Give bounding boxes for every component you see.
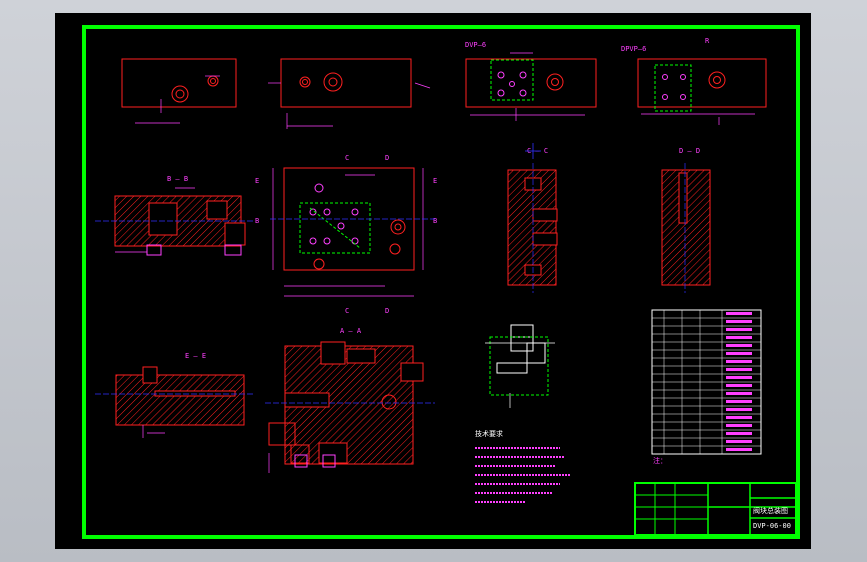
title-block: 阀块总装图 DVP-06-00 (634, 482, 797, 536)
table-cell-text (726, 320, 752, 323)
table-caption: 注： (653, 456, 667, 465)
table-cell-text (726, 440, 752, 443)
top-view-1 (121, 58, 237, 124)
valve-label-right: DPVP—6 (621, 45, 646, 53)
mark-r: R (705, 37, 710, 45)
table-cell-text (726, 312, 752, 315)
table-cell-text (726, 360, 752, 363)
view-title-bb: B — B (167, 175, 188, 183)
table-cell-text (726, 400, 752, 403)
section-mark-c-top: C (345, 154, 349, 162)
table-cell-text (726, 432, 752, 435)
top-view-2 (268, 58, 431, 129)
view-title-aa: A — A (340, 327, 362, 335)
table-cell-text (726, 344, 752, 347)
section-dd: D — D (661, 147, 711, 293)
table-cell-text (726, 408, 752, 411)
table-cell-text (726, 424, 752, 427)
parts-table: 注： (651, 309, 762, 465)
title-block-title: 阀块总装图 (753, 506, 788, 515)
section-ee: E — E (95, 352, 255, 438)
section-mark-d-top: D (385, 154, 389, 162)
section-mark-e-right: E (433, 177, 437, 185)
section-bb: B — B (95, 175, 255, 256)
top-view-3: DVP—6 (465, 41, 597, 121)
top-view-4: DPVP—6 R (621, 37, 767, 125)
section-aa: A — A (265, 327, 435, 473)
table-cell-text (726, 384, 752, 387)
section-mark-c-bottom: C (345, 307, 349, 315)
table-cell-text (726, 368, 752, 371)
valve-label-left: DVP—6 (465, 41, 486, 49)
table-cell-text (726, 392, 752, 395)
table-cell-text (726, 376, 752, 379)
section-mark-e-left: E (255, 177, 259, 185)
section-cc: C — C (507, 147, 558, 293)
table-cell-text (726, 448, 752, 451)
table-cell-text (726, 328, 752, 331)
hydraulic-schematic (485, 324, 555, 408)
view-title-ee: E — E (185, 352, 206, 360)
view-title-dd: D — D (679, 147, 700, 155)
section-mark-b-left: B (255, 217, 259, 225)
drawing-canvas: DVP—6 DPVP—6 R B — B C D C D E E B B C —… (55, 13, 811, 549)
table-cell-text (726, 336, 752, 339)
cad-drawing: DVP—6 DPVP—6 R B — B C D C D E E B B C —… (82, 25, 800, 539)
notes-title: 技术要求 (475, 429, 503, 438)
title-block-drawing-number: DVP-06-00 (753, 522, 791, 530)
table-cell-text (726, 416, 752, 419)
section-mark-d-bottom: D (385, 307, 389, 315)
crosshair-icon (525, 143, 541, 159)
technical-notes: 技术要求 (475, 429, 570, 503)
front-view-main: C D C D E E B B (255, 154, 437, 315)
section-mark-b-right: B (433, 217, 437, 225)
table-cell-text (726, 352, 752, 355)
